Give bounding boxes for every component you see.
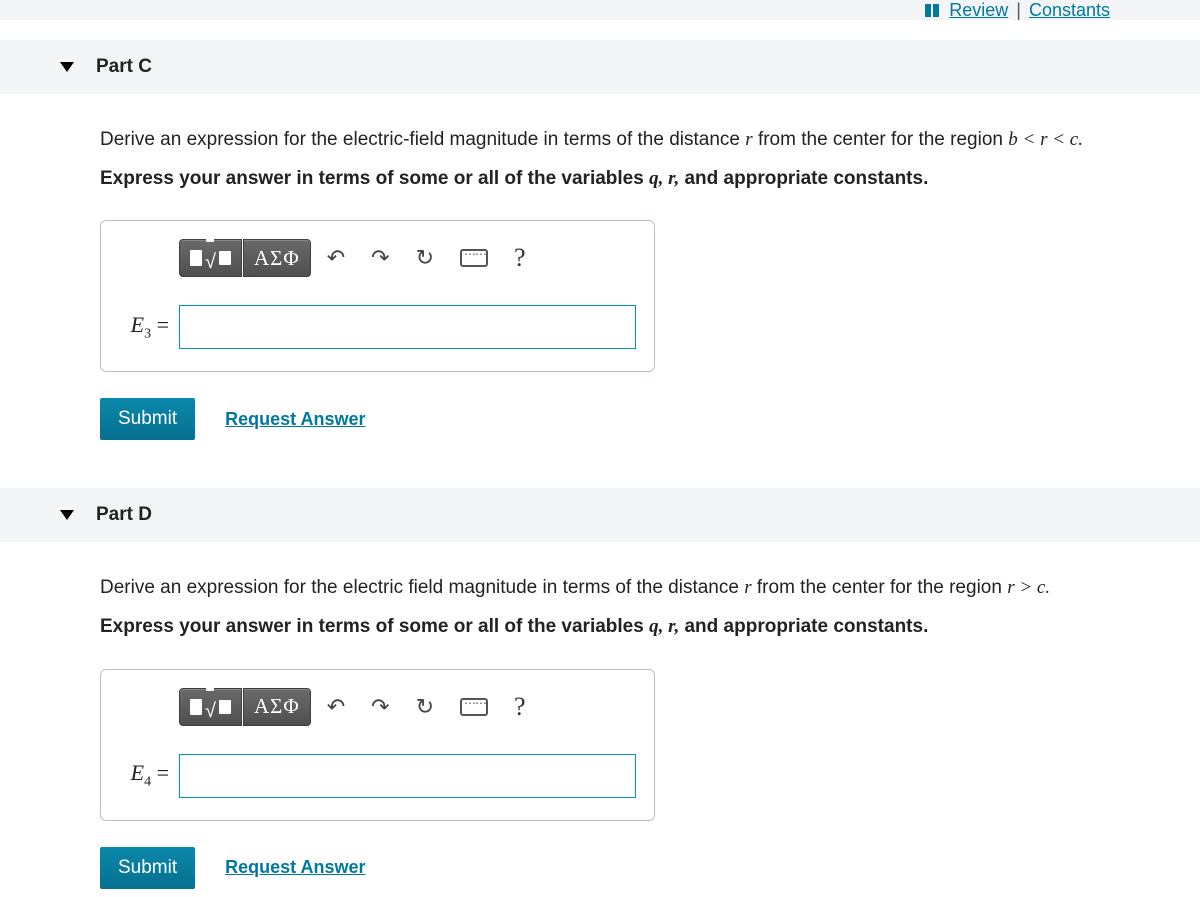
part-d-body: Derive an expression for the electric fi… — [0, 542, 1200, 896]
prompt-text: from the center for the region — [753, 129, 1009, 150]
part-c-instruction: Express your answer in terms of some or … — [100, 161, 1180, 196]
chevron-down-icon — [60, 62, 74, 72]
instruction-text: and appropriate constants. — [679, 168, 928, 189]
request-answer-link[interactable]: Request Answer — [225, 857, 365, 878]
symbols-button[interactable]: ΑΣΦ — [243, 688, 311, 726]
part-d-instruction: Express your answer in terms of some or … — [100, 609, 1180, 644]
reset-button[interactable]: ↻ — [406, 688, 444, 726]
instruction-text: Express your answer in terms of some or … — [100, 168, 649, 189]
answer-eq: = — [151, 312, 169, 337]
book-icon — [925, 4, 939, 17]
help-button[interactable]: ? — [504, 239, 536, 277]
keyboard-button[interactable] — [450, 239, 498, 277]
answer-eq: = — [151, 760, 169, 785]
prompt-text: from the center for the region — [752, 577, 1008, 598]
answer-toolbar: √ ΑΣΦ ↶ ↷ ↻ ? — [179, 239, 636, 277]
part-d-prompt: Derive an expression for the electric fi… — [100, 570, 1180, 605]
request-answer-link[interactable]: Request Answer — [225, 409, 365, 430]
answer-label: E4 = — [119, 760, 169, 790]
answer-toolbar: √ ΑΣΦ ↶ ↷ ↻ ? — [179, 688, 636, 726]
answer-row: E3 = — [119, 305, 636, 349]
template-icon: √ — [190, 242, 231, 274]
answer-var: E — [131, 760, 144, 785]
part-c-body: Derive an expression for the electric-fi… — [0, 94, 1200, 448]
part-c-prompt: Derive an expression for the electric-fi… — [100, 122, 1180, 157]
answer-card-d: √ ΑΣΦ ↶ ↷ ↻ ? E4 = — [100, 669, 655, 821]
part-c-title: Part C — [96, 56, 152, 77]
symbols-button[interactable]: ΑΣΦ — [243, 239, 311, 277]
answer-var: E — [131, 312, 144, 337]
top-bar: Review | Constants — [0, 0, 1200, 20]
templates-button[interactable]: √ — [179, 239, 242, 277]
keyboard-icon — [460, 249, 488, 267]
redo-button[interactable]: ↷ — [361, 239, 399, 277]
undo-button[interactable]: ↶ — [317, 688, 355, 726]
templates-button[interactable]: √ — [179, 688, 242, 726]
variable-r: r — [745, 129, 752, 150]
part-c-header[interactable]: Part C — [0, 40, 1200, 94]
reset-button[interactable]: ↻ — [406, 239, 444, 277]
part-d-title: Part D — [96, 504, 152, 525]
prompt-text: Derive an expression for the electric fi… — [100, 577, 744, 598]
answer-row: E4 = — [119, 754, 636, 798]
answer-input[interactable] — [179, 754, 636, 798]
answer-input[interactable] — [179, 305, 636, 349]
page-container: Review | Constants Part C Derive an expr… — [0, 0, 1200, 897]
chevron-down-icon — [60, 510, 74, 520]
answer-label: E3 = — [119, 312, 169, 342]
part-c-actions: Submit Request Answer — [100, 398, 1180, 440]
region-expr: r > c. — [1007, 577, 1050, 598]
help-button[interactable]: ? — [504, 688, 536, 726]
region-expr: b < r < c. — [1008, 129, 1083, 150]
part-d-actions: Submit Request Answer — [100, 847, 1180, 889]
variables: q, r, — [649, 616, 679, 637]
constants-link[interactable]: Constants — [1029, 0, 1110, 21]
submit-button[interactable]: Submit — [100, 847, 195, 889]
template-icon: √ — [190, 691, 231, 723]
separator: | — [1016, 0, 1021, 21]
part-d-header[interactable]: Part D — [0, 488, 1200, 542]
redo-button[interactable]: ↷ — [361, 688, 399, 726]
answer-card-c: √ ΑΣΦ ↶ ↷ ↻ ? E3 = — [100, 220, 655, 372]
submit-button[interactable]: Submit — [100, 398, 195, 440]
keyboard-button[interactable] — [450, 688, 498, 726]
variables: q, r, — [649, 168, 679, 189]
prompt-text: Derive an expression for the electric-fi… — [100, 129, 745, 150]
instruction-text: and appropriate constants. — [679, 616, 928, 637]
keyboard-icon — [460, 698, 488, 716]
variable-r: r — [744, 577, 751, 598]
instruction-text: Express your answer in terms of some or … — [100, 616, 649, 637]
undo-button[interactable]: ↶ — [317, 239, 355, 277]
review-link[interactable]: Review — [949, 0, 1008, 21]
